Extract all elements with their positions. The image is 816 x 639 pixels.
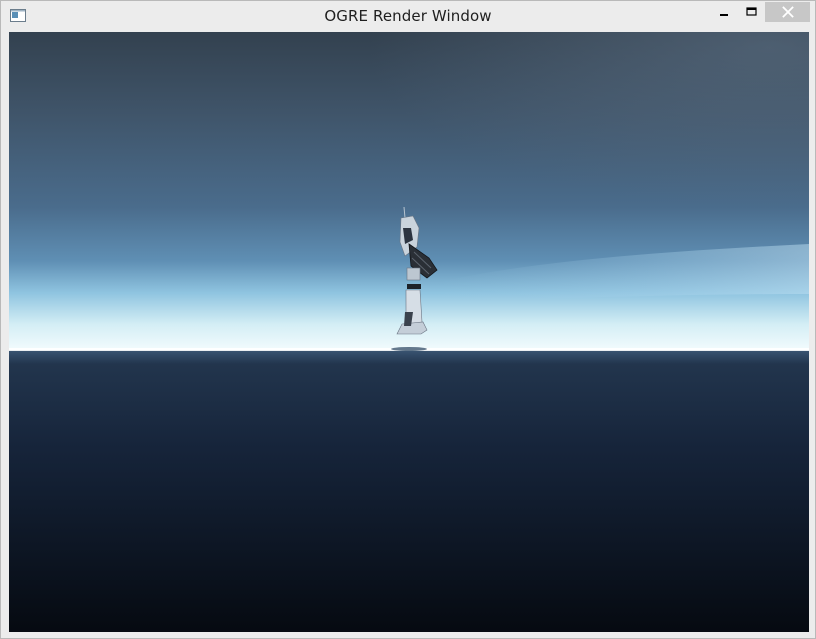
render-viewport[interactable] — [9, 32, 809, 632]
title-bar[interactable]: OGRE Render Window — [1, 1, 815, 31]
window-title: OGRE Render Window — [324, 7, 492, 25]
close-button[interactable] — [765, 2, 810, 22]
maximize-button[interactable] — [737, 2, 765, 22]
maximize-icon — [745, 7, 757, 16]
minimize-button[interactable] — [709, 2, 739, 22]
3d-scene — [9, 32, 809, 632]
render-window: OGRE Render Window — [0, 0, 816, 639]
close-icon — [781, 6, 794, 18]
minimize-icon — [720, 14, 728, 16]
ocean — [9, 350, 809, 632]
